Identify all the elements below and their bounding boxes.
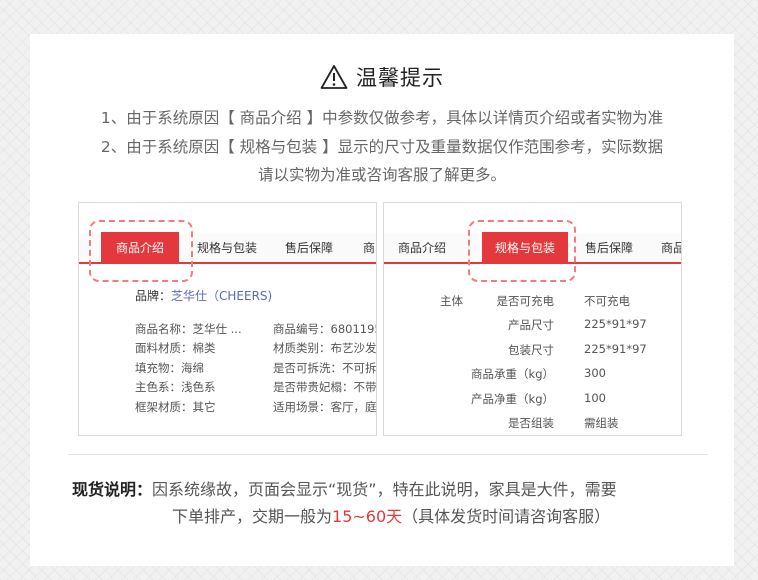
- highlight-dashed-box: [89, 220, 193, 282]
- stock-line-2: 下单排产，交期一般为15~60天（具体发货时间请咨询客服）: [72, 503, 712, 530]
- attr-item: 商品名称：芝华仕 ...: [135, 322, 242, 336]
- title-row: 温馨提示: [30, 62, 734, 92]
- attr-item: 是否带贵妃榻：不带...: [273, 380, 377, 394]
- highlight-dashed-box: [468, 220, 576, 282]
- spec-label: 包装尺寸: [508, 343, 554, 357]
- attr-item: 主色系：浅色系: [135, 380, 216, 394]
- lead-time-highlight: 15~60天: [332, 507, 403, 526]
- tab-product-intro[interactable]: 商品介绍: [398, 234, 446, 262]
- tab-after-sales[interactable]: 售后保障: [585, 234, 633, 262]
- stock-line-1: 现货说明：因系统缘故，页面会显示“现货”，特在此说明，家具是大件，需要: [72, 476, 712, 503]
- notice-line-1: 1、由于系统原因【 商品介绍 】中参数仅做参考，具体以详情页介绍或者实物为准: [100, 109, 664, 127]
- divider: [68, 454, 708, 455]
- spec-value: 225*91*97: [584, 317, 647, 331]
- tab-spec-pack[interactable]: 规格与包装: [197, 234, 257, 262]
- stock-label: 现货说明：: [72, 480, 153, 499]
- warning-icon: [320, 64, 348, 90]
- attr-item: 是否可拆洗：不可拆洗: [273, 361, 377, 375]
- attr-item: 面料材质：棉类: [135, 341, 216, 355]
- spec-label: 产品尺寸: [508, 318, 554, 332]
- spec-value: 225*91*97: [584, 342, 647, 356]
- notice-card: 温馨提示 1、由于系统原因【 商品介绍 】中参数仅做参考，具体以详情页介绍或者实…: [30, 34, 734, 566]
- stock-note: 现货说明：因系统缘故，页面会显示“现货”，特在此说明，家具是大件，需要 下单排产…: [72, 476, 712, 530]
- spec-value: 不可充电: [584, 294, 630, 308]
- stock-text-2: 下单排产，交期一般为: [172, 507, 333, 526]
- spec-label: 产品净重（kg）: [471, 392, 554, 406]
- spec-label: 是否组装: [508, 416, 554, 430]
- spec-label: 是否可充电: [496, 294, 555, 308]
- spec-pack-panel: 商品介绍 规格与包装 售后保障 商品 主体 是否可充电 不可充电 产品尺寸 22…: [383, 202, 682, 436]
- tab-after-sales[interactable]: 售后保障: [285, 234, 333, 262]
- spec-value: 300: [584, 366, 606, 380]
- spec-value: 需组装: [584, 416, 619, 430]
- attr-item: 适用场景：客厅，庭...: [273, 400, 377, 414]
- attr-item: 框架材质：其它: [135, 400, 216, 414]
- tab-more[interactable]: 商品: [661, 234, 681, 262]
- spec-label: 商品承重（kg）: [471, 367, 554, 381]
- page-title: 温馨提示: [356, 66, 444, 90]
- spec-value: 100: [584, 391, 606, 405]
- product-intro-panel: 商品介绍 规格与包装 售后保障 商品 品牌：芝华仕（CHEERS) 商品名称：芝…: [78, 202, 377, 436]
- notice-line-2: 2、由于系统原因【 规格与包装 】显示的尺寸及重量数据仅作范围参考，实际数据: [100, 138, 664, 156]
- attr-item: 商品编号：6801195...: [273, 322, 376, 336]
- stock-text-3: （具体发货时间请咨询客服）: [402, 507, 611, 526]
- attr-item: 材质类别：布艺沙发: [273, 341, 377, 355]
- tab-more[interactable]: 商品: [363, 234, 376, 262]
- brand-link[interactable]: 芝华仕（CHEERS): [171, 289, 272, 303]
- notice-line-3: 请以实物为准或咨询客服了解更多。: [257, 166, 506, 184]
- brand-label: 品牌：: [135, 289, 172, 303]
- brand-row: 品牌：芝华仕（CHEERS): [135, 287, 272, 304]
- stock-text-1: 因系统缘故，页面会显示“现货”，特在此说明，家具是大件，需要: [152, 480, 617, 499]
- attr-item: 填充物：海绵: [135, 361, 204, 375]
